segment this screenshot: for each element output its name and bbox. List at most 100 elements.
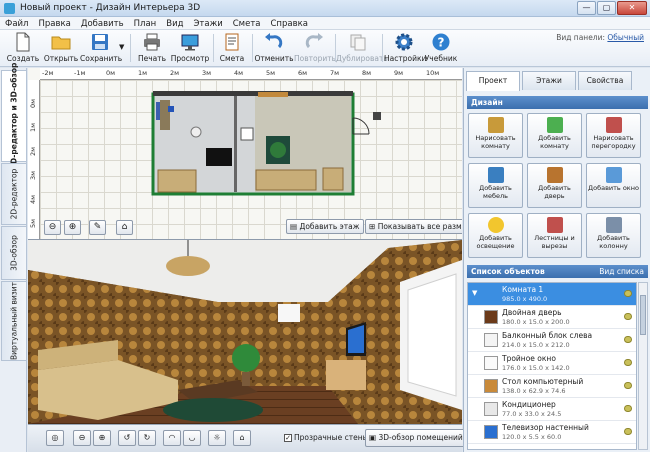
- door-icon: [546, 167, 563, 183]
- home-3d-button[interactable]: ⌂: [233, 430, 251, 446]
- menu-view[interactable]: Вид: [161, 17, 188, 29]
- visibility-eye-icon[interactable]: [624, 290, 632, 297]
- list-view-toggle[interactable]: Вид списка: [599, 265, 644, 278]
- home-view-button[interactable]: ⌂: [116, 220, 133, 235]
- add-window-button[interactable]: Добавить окно: [586, 163, 641, 208]
- settings-button[interactable]: Настройки: [384, 31, 426, 65]
- view-panel-value[interactable]: Обычный: [607, 33, 644, 42]
- close-button[interactable]: ✕: [617, 1, 647, 15]
- zoom-in-3d-button[interactable]: ⊕: [93, 430, 111, 446]
- collapse-arrow-icon: ▼: [472, 289, 478, 297]
- tilt-up-button[interactable]: ◠: [163, 430, 181, 446]
- visibility-eye-icon[interactable]: [624, 359, 632, 366]
- list-item[interactable]: Телевизор настенный 120.0 x 5.5 x 60.0: [468, 421, 636, 444]
- menu-file[interactable]: Файл: [0, 17, 33, 29]
- duplicate-button[interactable]: Дублировать: [336, 31, 388, 65]
- stairs-cutouts-button[interactable]: Лестницы и вырезы: [527, 213, 582, 258]
- room-3d-render: [28, 240, 462, 424]
- list-item[interactable]: Тройное окно 176.0 x 15.0 x 142.0: [468, 352, 636, 375]
- menu-floors[interactable]: Этажи: [188, 17, 227, 29]
- redo-button[interactable]: Повторить: [294, 31, 336, 65]
- plan-2d-view[interactable]: -2м -1м 0м 1м 2м 3м 4м 5м 6м 7м 8м 9м 10…: [28, 68, 462, 240]
- save-button[interactable]: Сохранить: [80, 31, 122, 65]
- home-icon: ⌂: [239, 433, 245, 442]
- brick-wall-icon: [605, 117, 622, 133]
- rotate-left-icon: ↺: [123, 433, 131, 442]
- view-panel-selector[interactable]: Вид панели: Обычный: [556, 33, 644, 42]
- list-item[interactable]: ▼ Комната 1 985.0 x 490.0: [468, 283, 636, 306]
- menu-edit[interactable]: Правка: [33, 17, 75, 29]
- toolbar-separator: [130, 34, 131, 62]
- vertical-ruler: 0м 1м 2м 3м 4м 5м 6м: [28, 80, 40, 239]
- menu-add[interactable]: Добавить: [76, 17, 129, 29]
- light-bulb-icon: ☼: [213, 433, 221, 442]
- zoom-out-3d-button[interactable]: ⊖: [73, 430, 91, 446]
- scrollbar-thumb[interactable]: [640, 295, 646, 335]
- zoom-in-button[interactable]: ⊕: [64, 220, 81, 235]
- tab-2d-editor[interactable]: 2D-редактор: [1, 163, 26, 225]
- add-lighting-button[interactable]: Добавить освещение: [468, 213, 523, 258]
- menu-estimate[interactable]: Смета: [228, 17, 266, 29]
- dimensions-icon: ⊞: [369, 222, 376, 231]
- draw-partition-button[interactable]: Нарисовать перегородку: [586, 113, 641, 158]
- lighting-button[interactable]: ☼: [208, 430, 226, 446]
- add-column-button[interactable]: Добавить колонну: [586, 213, 641, 258]
- view-3d[interactable]: [28, 240, 462, 424]
- print-button[interactable]: Печать: [132, 31, 172, 65]
- zoom-out-button[interactable]: ⊖: [44, 220, 61, 235]
- tab-floors[interactable]: Этажи: [522, 71, 576, 90]
- panorama-360-button[interactable]: ◎: [46, 430, 64, 446]
- maximize-button[interactable]: ▢: [597, 1, 616, 15]
- list-item[interactable]: Стол компьютерный 138.0 x 62.9 x 74.6: [468, 375, 636, 398]
- create-button[interactable]: Создать: [3, 31, 43, 65]
- transparent-walls-checkbox[interactable]: ✓: [284, 434, 292, 442]
- list-item[interactable]: Двойная дверь 180.0 x 15.0 x 200.0: [468, 306, 636, 329]
- open-button[interactable]: Открыть: [41, 31, 81, 65]
- right-panel: Проект Этажи Свойства Дизайн Нарисовать …: [463, 68, 650, 452]
- ruler-tool-button[interactable]: ✎: [89, 220, 106, 235]
- add-floor-icon: ▤: [290, 222, 298, 231]
- save-disk-icon: [92, 34, 108, 50]
- window-icon: [605, 167, 622, 183]
- visibility-eye-icon[interactable]: [624, 382, 632, 389]
- room-3d-view-button[interactable]: ▣ 3D-обзор помещений: [365, 429, 468, 447]
- tab-properties[interactable]: Свойства: [578, 71, 632, 90]
- add-room-button[interactable]: Добавить комнату: [527, 113, 582, 158]
- list-item[interactable]: Кондиционер 77.0 x 33.0 x 24.5: [468, 398, 636, 421]
- tilt-down-button[interactable]: ◡: [183, 430, 201, 446]
- add-floor-button[interactable]: ▤ Добавить этаж: [286, 219, 365, 234]
- pencil-icon: [487, 117, 504, 133]
- visibility-eye-icon[interactable]: [624, 313, 632, 320]
- wall-tv-icon: [484, 425, 498, 439]
- tutorial-button[interactable]: ? Учебник: [421, 31, 461, 65]
- menu-plan[interactable]: План: [129, 17, 162, 29]
- draw-room-button[interactable]: Нарисовать комнату: [468, 113, 523, 158]
- open-folder-icon: [51, 36, 71, 50]
- tab-2d-and-3d[interactable]: 2D-редактор и 3D-обзор: [1, 63, 26, 169]
- list-item[interactable]: Балконный блок слева 214.0 x 15.0 x 212.…: [468, 329, 636, 352]
- estimate-button[interactable]: Смета: [212, 31, 252, 65]
- objects-list-scrollbar[interactable]: [638, 282, 648, 450]
- visibility-eye-icon[interactable]: [624, 336, 632, 343]
- minimize-button[interactable]: —: [577, 1, 596, 15]
- app-logo-icon: [4, 3, 15, 14]
- tab-3d-view[interactable]: 3D-обзор: [1, 226, 26, 280]
- rotate-left-button[interactable]: ↺: [118, 430, 136, 446]
- save-dropdown-icon[interactable]: ▼: [119, 43, 124, 51]
- add-furniture-button[interactable]: Добавить мебель: [468, 163, 523, 208]
- panorama-360-icon: ◎: [51, 433, 59, 442]
- duplicate-icon: [350, 34, 366, 51]
- visibility-eye-icon[interactable]: [624, 428, 632, 435]
- undo-button[interactable]: Отменить: [254, 31, 294, 65]
- monitor-icon: [181, 34, 199, 51]
- rotate-right-button[interactable]: ↻: [138, 430, 156, 446]
- preview-button[interactable]: Просмотр: [170, 31, 210, 65]
- zoom-out-icon: ⊖: [78, 433, 86, 442]
- visibility-eye-icon[interactable]: [624, 405, 632, 412]
- tab-virtual-visit[interactable]: Виртуальный визит: [1, 281, 26, 361]
- show-all-sizes-button[interactable]: ⊞ Показывать все размеры: [365, 219, 462, 234]
- tab-project[interactable]: Проект: [466, 71, 520, 91]
- menu-help[interactable]: Справка: [266, 17, 313, 29]
- add-door-button[interactable]: Добавить дверь: [527, 163, 582, 208]
- zoom-in-icon: ⊕: [98, 433, 106, 442]
